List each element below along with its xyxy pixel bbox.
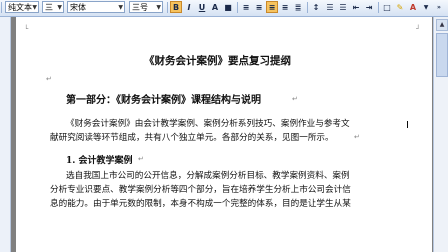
- vertical-scrollbar[interactable]: ▲: [433, 17, 448, 252]
- bullets-icon[interactable]: ☰: [337, 1, 349, 13]
- paragraph-2-line-3: 息的能力。由于单元数的限制，本身不构成一个完整的体系，目的是让学生从某: [50, 199, 351, 209]
- chevron-down-icon: ▼: [156, 4, 161, 11]
- char-scale-button[interactable]: A: [209, 1, 221, 13]
- italic-button[interactable]: I: [183, 1, 195, 13]
- chevron-down-icon: ▼: [32, 4, 37, 11]
- increase-indent-icon[interactable]: ⇥: [363, 1, 375, 13]
- underline-button[interactable]: U: [196, 1, 208, 13]
- distributed-icon[interactable]: ≣: [292, 1, 304, 13]
- chevron-down-icon: ▼: [118, 4, 123, 11]
- chevron-down-icon: ▼: [57, 4, 62, 11]
- paragraph-mark-icon: ↵: [46, 75, 52, 83]
- font-name-combo[interactable]: 宋体 ▼: [67, 1, 125, 13]
- section-heading: 1. 会计教学案例: [66, 156, 133, 166]
- border-icon[interactable]: □: [381, 1, 393, 13]
- paragraph-1-line-2: 献研究阅读等环节组成，共有八个独立单元。各部分的关系，见图一所示。: [50, 133, 334, 143]
- decrease-indent-icon[interactable]: ⇤: [350, 1, 362, 13]
- document-title: 《财务会计案例》要点复习提纲: [144, 55, 291, 67]
- font-size-value: 三号: [132, 3, 148, 12]
- paragraph-2-line-2: 分析专业识要点、教学案例分析等四个部分，旨在培养学生分析上市公司会计信: [50, 185, 351, 195]
- toolbar-options-icon[interactable]: »: [433, 1, 445, 13]
- paragraph-2-line-1: 选自我国上市公司的公开信息，分解成案例分析目标、教学案例资料、案例: [66, 171, 350, 181]
- font-name-value: 宋体: [70, 3, 86, 12]
- style-value: 纯文本: [8, 3, 32, 12]
- font-size-combo[interactable]: 三号 ▼: [129, 1, 163, 13]
- bold-button[interactable]: B: [170, 1, 182, 13]
- chevron-down-icon[interactable]: ▼: [420, 1, 432, 13]
- line-spacing-icon[interactable]: ↕: [310, 1, 322, 13]
- paragraph-mark-icon: ↵: [278, 55, 284, 63]
- paragraph-mark-icon: ↵: [292, 95, 298, 103]
- document-page[interactable]: └ ┘ 《财务会计案例》要点复习提纲 ↵ ↵ 第一部分：《财务会计案例》课程结构…: [16, 17, 432, 252]
- margin-corner-icon: └: [24, 25, 29, 33]
- align-left-icon[interactable]: ≡: [253, 1, 265, 13]
- align-justify-icon[interactable]: ≡: [240, 1, 252, 13]
- part-heading: 第一部分：《财务会计案例》课程结构与说明: [66, 95, 261, 106]
- style-combo[interactable]: 纯文本 ▼: [5, 1, 39, 13]
- scroll-up-icon[interactable]: ▲: [436, 19, 448, 31]
- vertical-ruler: [0, 17, 11, 252]
- font-color-button[interactable]: A: [407, 1, 419, 13]
- align-right-icon[interactable]: ≡: [279, 1, 291, 13]
- numbering-icon[interactable]: ☰: [324, 1, 336, 13]
- char-shading-icon[interactable]: ■: [222, 1, 234, 13]
- paragraph-1-line-1: 《财务会计案例》由会计教学案例、案例分析系列技巧、案例作业与参考文: [66, 119, 350, 129]
- align-center-icon[interactable]: ≡: [266, 1, 278, 13]
- toolbar-grip[interactable]: [1, 2, 2, 13]
- margin-corner-icon: ┘: [416, 25, 421, 33]
- font-size-cn-combo[interactable]: 三 ▼: [42, 1, 64, 13]
- font-size-cn-value: 三: [45, 3, 53, 12]
- paragraph-mark-icon: ↵: [354, 133, 360, 141]
- scrollbar-thumb[interactable]: [436, 33, 448, 77]
- paragraph-mark-icon: ↵: [138, 155, 144, 163]
- text-cursor-icon: I: [406, 120, 409, 131]
- highlight-icon[interactable]: ✎: [394, 1, 406, 13]
- formatting-toolbar: 纯文本 ▼ 三 ▼ 宋体 ▼ 三号 ▼ B I U A ■ ≡ ≡ ≡ ≡ ≣ …: [0, 0, 448, 17]
